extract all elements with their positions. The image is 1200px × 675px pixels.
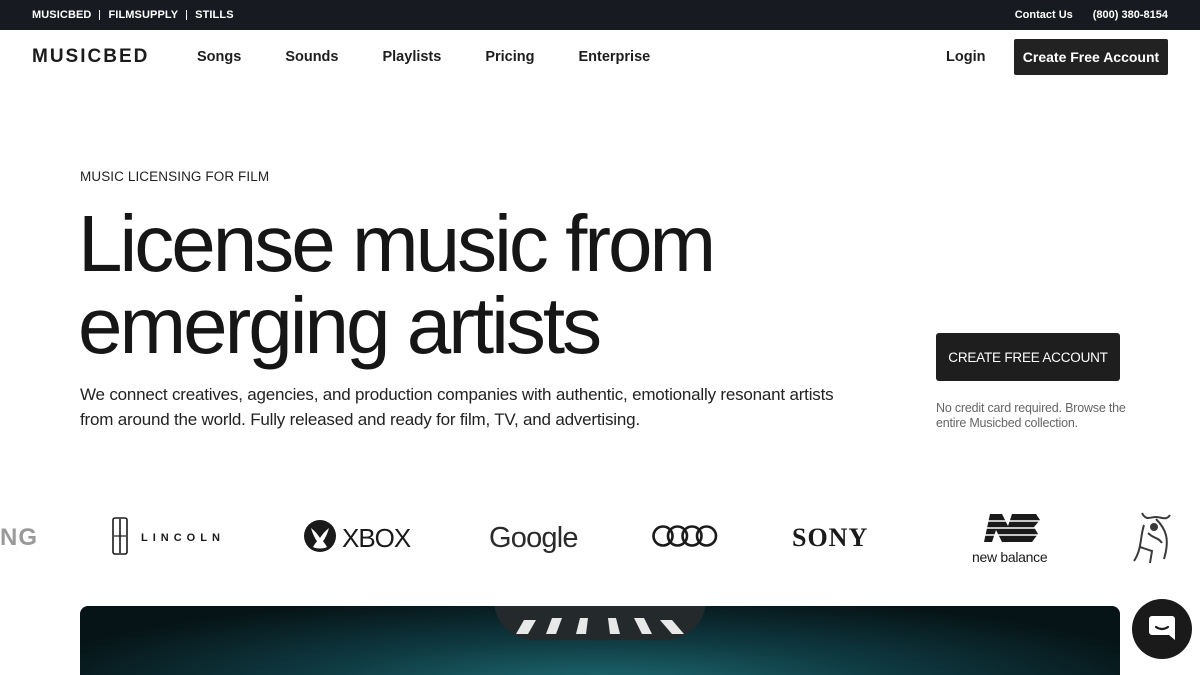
hero-subtext: We connect creatives, agencies, and prod…	[80, 385, 834, 429]
contact-us-link[interactable]: Contact Us	[1015, 9, 1073, 21]
nav-item-sounds[interactable]: Sounds	[285, 49, 338, 65]
nav-item-pricing[interactable]: Pricing	[485, 49, 534, 65]
logo-xbox: XBOX	[304, 505, 411, 571]
logo-audi	[652, 505, 718, 571]
main-nav: MUSICBED Songs Sounds Playlists Pricing …	[0, 30, 1200, 84]
bull-icon	[1130, 507, 1180, 570]
client-logo-strip: NG LINCOLN XBOX Google SONY new balance	[0, 505, 1200, 575]
nav-menu: Songs Sounds Playlists Pricing Enterpris…	[197, 30, 650, 84]
new-balance-text: new balance	[972, 548, 1048, 565]
chat-icon	[1147, 612, 1177, 647]
logo-new-balance: new balance	[972, 505, 1048, 571]
logo-google: Google	[489, 505, 579, 571]
nav-item-songs[interactable]: Songs	[197, 49, 241, 65]
logo-partial: NG	[0, 505, 38, 571]
xbox-sphere-icon	[304, 519, 336, 557]
nav-item-enterprise[interactable]: Enterprise	[578, 49, 650, 65]
contact-links: Contact Us (800) 380-8154	[1015, 0, 1168, 30]
nav-item-playlists[interactable]: Playlists	[382, 49, 441, 65]
hero-headline: License music from emerging artists	[78, 199, 716, 370]
lincoln-star-icon	[112, 516, 128, 560]
google-text: Google	[489, 521, 579, 554]
logo-bull	[1130, 505, 1180, 571]
phone-link[interactable]: (800) 380-8154	[1093, 9, 1168, 21]
audi-rings-icon	[652, 524, 718, 553]
hero-create-account-button[interactable]: CREATE FREE ACCOUNT	[936, 333, 1120, 381]
site-logo[interactable]: MUSICBED	[32, 46, 149, 68]
brand-link-filmsupply[interactable]: FILMSUPPLY	[108, 9, 178, 21]
sony-text: SONY	[792, 523, 869, 552]
hero-video[interactable]	[80, 606, 1120, 675]
brand-link-musicbed[interactable]: MUSICBED	[32, 9, 91, 21]
login-link[interactable]: Login	[946, 49, 985, 65]
utility-bar: MUSICBED FILMSUPPLY STILLS Contact Us (8…	[0, 0, 1200, 30]
brand-switcher: MUSICBED FILMSUPPLY STILLS	[32, 0, 234, 30]
chat-launcher[interactable]	[1132, 599, 1192, 659]
nb-monogram-icon	[978, 512, 1042, 549]
lincoln-text: LINCOLN	[141, 532, 225, 544]
xbox-text: XBOX	[342, 522, 411, 553]
brand-link-stills[interactable]: STILLS	[195, 9, 234, 21]
hero-eyebrow: MUSIC LICENSING FOR FILM	[80, 169, 270, 184]
logo-partial-text: NG	[0, 524, 38, 551]
create-account-button[interactable]: Create Free Account	[1014, 39, 1168, 75]
logo-sony: SONY	[792, 505, 868, 571]
divider	[99, 10, 101, 20]
video-still-object	[494, 606, 706, 640]
cta-note: No credit card required. Browse the enti…	[936, 401, 1126, 430]
divider	[186, 10, 188, 20]
logo-lincoln: LINCOLN	[112, 505, 225, 571]
